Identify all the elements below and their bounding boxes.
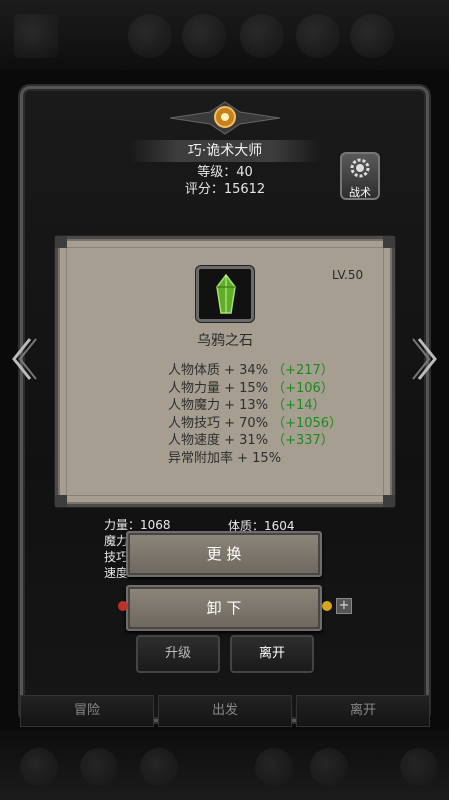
tactics-button[interactable]: 战术 bbox=[340, 152, 380, 200]
attribute-bonus: （+337） bbox=[272, 433, 334, 448]
bottom-icon bbox=[140, 748, 178, 786]
tab-leave[interactable]: 离开 bbox=[296, 695, 430, 727]
menu-icon bbox=[14, 14, 58, 58]
attribute-text: 人物速度 + 31% bbox=[168, 433, 269, 448]
menu-icon bbox=[182, 14, 226, 58]
remove-button[interactable]: 卸 下 bbox=[126, 585, 322, 631]
menu-icon bbox=[240, 14, 284, 58]
upgrade-button[interactable]: 升级 bbox=[136, 635, 220, 673]
attribute-row: 异常附加率 + 15% bbox=[168, 450, 342, 468]
attribute-row: 人物魔力 + 13% （+14） bbox=[168, 397, 342, 415]
bottom-icon bbox=[310, 748, 348, 786]
corner-ornament bbox=[55, 236, 67, 248]
prev-arrow-icon[interactable] bbox=[8, 337, 38, 381]
attribute-bonus: （+106） bbox=[272, 380, 334, 396]
attribute-row: 人物体质 + 34% （+217） bbox=[168, 362, 342, 380]
leave-button[interactable]: 离开 bbox=[230, 635, 314, 673]
menu-icon bbox=[350, 14, 394, 58]
attribute-bonus: （+217） bbox=[272, 363, 334, 378]
tactics-label: 战术 bbox=[349, 186, 371, 199]
gem-slot-icon[interactable] bbox=[322, 601, 332, 611]
corner-ornament bbox=[55, 495, 67, 507]
bottom-icon bbox=[20, 748, 58, 786]
hero-score: 评分：15612 bbox=[184, 182, 266, 197]
attribute-row: 人物技巧 + 70% （+1056） bbox=[168, 415, 342, 433]
item-name: 乌鸦之石 bbox=[197, 333, 253, 349]
attribute-text: 人物体质 + 34% bbox=[168, 363, 269, 378]
attribute-text: 异常附加率 + 15% bbox=[168, 450, 282, 466]
swap-button[interactable]: 更 换 bbox=[126, 531, 322, 577]
corner-ornament bbox=[383, 495, 395, 507]
gem-slot-icon[interactable] bbox=[118, 601, 128, 611]
menu-icon bbox=[296, 14, 340, 58]
hero-title: 巧·诡术大师 bbox=[187, 143, 263, 159]
bottom-icon bbox=[400, 748, 438, 786]
attribute-text: 人物技巧 + 70% bbox=[168, 415, 269, 431]
menu-icon bbox=[128, 14, 172, 58]
attribute-bonus: （+1056） bbox=[272, 415, 343, 431]
corner-ornament bbox=[383, 236, 395, 248]
emblem-icon bbox=[170, 101, 280, 135]
green-crystal-icon bbox=[216, 273, 236, 314]
attribute-row: 人物速度 + 31% （+337） bbox=[168, 432, 342, 450]
item-slot bbox=[196, 266, 254, 322]
next-arrow-icon[interactable] bbox=[411, 337, 441, 381]
gear-icon bbox=[350, 158, 370, 178]
attribute-row: 人物力量 + 15% （+106） bbox=[168, 380, 342, 398]
item-attributes: 人物体质 + 34% （+217） 人物力量 + 15% （+106） 人物魔力 +… bbox=[168, 362, 342, 467]
tab-adventure[interactable]: 冒险 bbox=[20, 695, 154, 727]
item-level: LV.50 bbox=[332, 268, 364, 282]
attribute-text: 人物力量 + 15% bbox=[168, 380, 269, 396]
attribute-bonus: （+14） bbox=[272, 398, 326, 413]
bottom-icon bbox=[255, 748, 293, 786]
attribute-text: 人物魔力 + 13% bbox=[168, 398, 269, 413]
bottom-bar bbox=[0, 730, 449, 800]
add-icon[interactable]: + bbox=[336, 598, 352, 614]
bottom-icon bbox=[80, 748, 118, 786]
tab-depart[interactable]: 出发 bbox=[158, 695, 292, 727]
